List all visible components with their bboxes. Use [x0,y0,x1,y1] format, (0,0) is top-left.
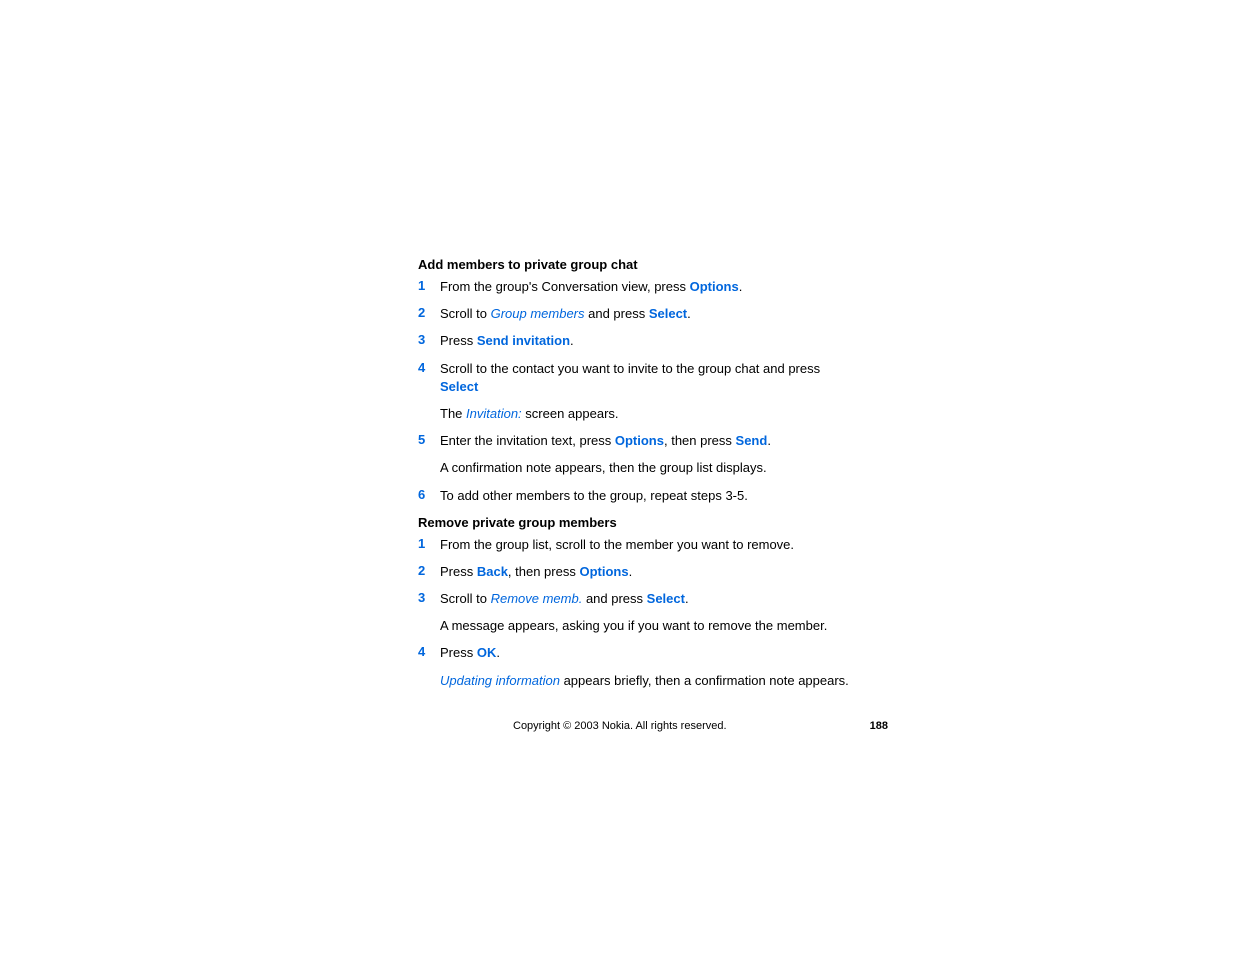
step-row: 2Press Back, then press Options. [418,563,908,581]
step-body: From the group list, scroll to the membe… [440,536,850,554]
step-row: 1From the group's Conversation view, pre… [418,278,908,296]
page-content: Add members to private group chat 1From … [418,247,908,699]
section1-steps: 1From the group's Conversation view, pre… [418,278,908,505]
step-body: Scroll to Group members and press Select… [440,305,850,323]
step-row: 6To add other members to the group, repe… [418,487,908,505]
step-body: Press Back, then press Options. [440,563,850,581]
step-row: 4Press OK. [418,644,908,662]
step-number: 5 [418,432,440,447]
step-followup: A message appears, asking you if you wan… [440,617,850,635]
heading-add-members: Add members to private group chat [418,257,908,272]
step-row: 2Scroll to Group members and press Selec… [418,305,908,323]
step-number: 1 [418,278,440,293]
step-row: 3Press Send invitation. [418,332,908,350]
step-number: 1 [418,536,440,551]
step-followup: The Invitation: screen appears. [440,405,850,423]
step-number: 3 [418,332,440,347]
step-number: 2 [418,563,440,578]
step-row: 3Scroll to Remove memb. and press Select… [418,590,908,608]
page-number: 188 [870,720,888,732]
step-row: 5Enter the invitation text, press Option… [418,432,908,450]
step-number: 4 [418,360,440,375]
step-number: 6 [418,487,440,502]
step-number: 2 [418,305,440,320]
step-body: To add other members to the group, repea… [440,487,850,505]
step-body: Press OK. [440,644,850,662]
step-row: 4Scroll to the contact you want to invit… [418,360,908,396]
step-body: Press Send invitation. [440,332,850,350]
step-number: 3 [418,590,440,605]
step-body: Scroll to Remove memb. and press Select. [440,590,850,608]
step-body: From the group's Conversation view, pres… [440,278,850,296]
section2-steps: 1From the group list, scroll to the memb… [418,536,908,690]
step-body: Scroll to the contact you want to invite… [440,360,850,396]
heading-remove-members: Remove private group members [418,515,908,530]
step-row: 1From the group list, scroll to the memb… [418,536,908,554]
step-followup: A confirmation note appears, then the gr… [440,459,850,477]
copyright-text: Copyright © 2003 Nokia. All rights reser… [513,720,727,732]
step-followup: Updating information appears briefly, th… [440,672,850,690]
step-body: Enter the invitation text, press Options… [440,432,850,450]
step-number: 4 [418,644,440,659]
